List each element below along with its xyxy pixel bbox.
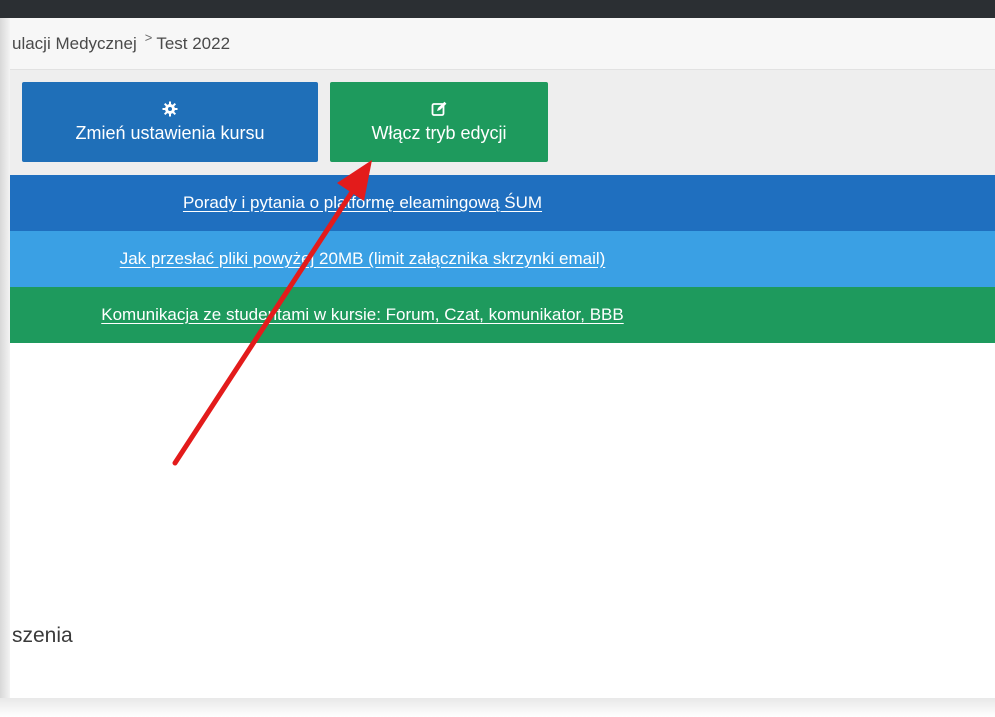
edit-mode-label: Włącz tryb edycji	[371, 122, 507, 143]
bottom-shadow	[0, 698, 995, 717]
edit-icon	[431, 101, 447, 116]
gear-icon	[162, 101, 178, 116]
banner-platform-tips-link[interactable]: Porady i pytania o platformę eleamingową…	[183, 193, 542, 213]
banner-large-files-link[interactable]: Jak przesłać pliki powyżej 20MB (limit z…	[120, 249, 606, 269]
breadcrumb: ulacji Medycznej > Test 2022	[10, 18, 995, 70]
screenshot-frame: ulacji Medycznej > Test 2022 Zmień ustaw…	[0, 0, 995, 717]
course-toolbar: Zmień ustawienia kursu Włącz tryb edycji	[10, 70, 995, 175]
course-settings-button[interactable]: Zmień ustawienia kursu	[22, 82, 318, 162]
banner-communication-link[interactable]: Komunikacja ze studentami w kursie: Foru…	[101, 305, 623, 325]
breadcrumb-current[interactable]: Test 2022	[156, 34, 230, 54]
course-settings-label: Zmień ustawienia kursu	[75, 122, 265, 143]
window-top-bar	[0, 0, 995, 18]
left-shadow	[0, 18, 10, 717]
banner-communication[interactable]: Komunikacja ze studentami w kursie: Foru…	[10, 287, 995, 343]
edit-mode-button[interactable]: Włącz tryb edycji	[330, 82, 548, 162]
breadcrumb-separator: >	[144, 30, 153, 45]
banner-platform-tips[interactable]: Porady i pytania o platformę eleamingową…	[10, 175, 995, 231]
breadcrumb-parent-link[interactable]: ulacji Medycznej	[12, 34, 137, 54]
banner-large-files[interactable]: Jak przesłać pliki powyżej 20MB (limit z…	[10, 231, 995, 287]
content-text-fragment: szenia	[12, 624, 73, 647]
course-page: ulacji Medycznej > Test 2022 Zmień ustaw…	[10, 18, 995, 698]
